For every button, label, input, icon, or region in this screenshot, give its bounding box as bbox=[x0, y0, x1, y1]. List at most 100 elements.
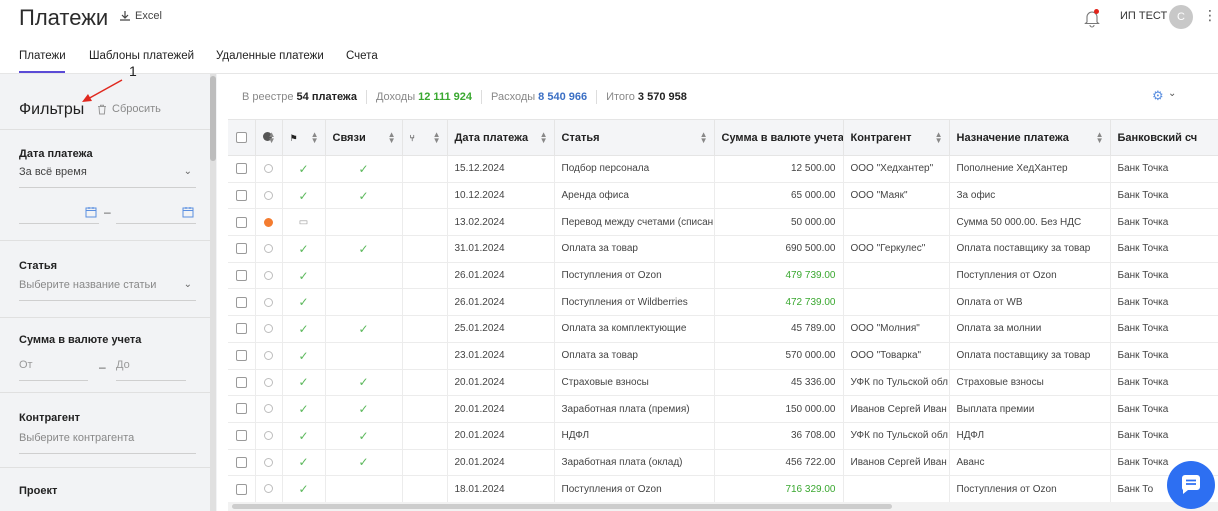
status-indicator[interactable] bbox=[264, 457, 273, 467]
select-all-header bbox=[228, 119, 256, 156]
sort-icon[interactable]: ▲ ▼ bbox=[935, 131, 943, 145]
row-checkbox[interactable] bbox=[235, 403, 247, 415]
reset-filters-button[interactable]: Сбросить bbox=[97, 103, 161, 115]
table-row[interactable]: ✓ ✓ 20.01.2024 НДФЛ 36 708.00 УФК по Тульской… bbox=[228, 422, 1218, 450]
date-to-input[interactable] bbox=[116, 202, 196, 224]
status-indicator[interactable] bbox=[264, 217, 273, 227]
status-indicator[interactable] bbox=[264, 164, 273, 174]
table-row[interactable]: ✓ ✓ 15.12.2024 Подбор персонала 12 500.00 ООО… bbox=[228, 155, 1218, 183]
table-row[interactable]: ✓ 18.01.2024 Поступления от Ozon 716 329.00… bbox=[228, 475, 1218, 503]
sort-icon[interactable]: ▲ ▼ bbox=[311, 131, 319, 145]
sort-icon[interactable]: ▲ ▼ bbox=[540, 131, 548, 145]
row-checkbox[interactable] bbox=[235, 483, 247, 495]
split-cell bbox=[402, 315, 448, 343]
check-icon: ✓ bbox=[298, 161, 309, 176]
sort-icon[interactable]: ▲ ▼ bbox=[433, 131, 441, 145]
date-cell: 10.12.2024 bbox=[447, 182, 555, 210]
row-checkbox[interactable] bbox=[235, 376, 247, 388]
row-checkbox[interactable] bbox=[235, 456, 247, 468]
row-checkbox-cell bbox=[228, 475, 256, 503]
user-name[interactable]: ИП ТЕСТ bbox=[1120, 10, 1167, 22]
status-cell bbox=[255, 395, 283, 423]
date-filter-label: Дата платежа bbox=[19, 148, 93, 160]
check-icon: ✓ bbox=[298, 295, 309, 310]
date-col-header[interactable]: Дата платежа ▲ ▼ bbox=[447, 119, 555, 156]
sort-icon[interactable]: ▲ ▼ bbox=[1096, 131, 1104, 145]
select-all-checkbox[interactable] bbox=[235, 132, 247, 144]
split-col-header[interactable]: ⑂ ▲ ▼ bbox=[402, 119, 448, 156]
bank-col-header[interactable]: Банковский сч bbox=[1110, 119, 1218, 156]
chat-button[interactable] bbox=[1167, 461, 1215, 509]
status-indicator[interactable] bbox=[264, 377, 273, 387]
income-label: Доходы bbox=[375, 91, 416, 103]
status-indicator[interactable] bbox=[264, 484, 273, 494]
article-filter-label: Статья bbox=[19, 260, 58, 272]
check-icon: ✓ bbox=[358, 428, 369, 443]
amount-col-label: Сумма в валюте учета bbox=[721, 131, 843, 144]
horizontal-scrollbar-thumb[interactable] bbox=[232, 504, 892, 509]
status-indicator[interactable] bbox=[264, 351, 273, 361]
table-row[interactable]: ✓ ✓ 20.01.2024 Заработная плата (премия) 150… bbox=[228, 395, 1218, 423]
kebab-menu-icon[interactable]: ⋮ bbox=[1203, 8, 1217, 22]
row-checkbox[interactable] bbox=[235, 216, 247, 228]
status-indicator[interactable] bbox=[264, 270, 273, 280]
chevron-down-icon[interactable]: ⌄ bbox=[1168, 88, 1176, 99]
tab-payment-templates[interactable]: Шаблоны платежей bbox=[89, 50, 194, 62]
bell-icon[interactable] bbox=[1082, 8, 1102, 28]
date-period-select[interactable]: За всё время ⌄ bbox=[19, 166, 196, 188]
article-cell: Оплата за комплектующие bbox=[554, 315, 715, 343]
row-checkbox[interactable] bbox=[235, 189, 247, 201]
status-indicator[interactable] bbox=[264, 297, 273, 307]
table-row[interactable]: ✓ ✓ 20.01.2024 Страховые взносы 45 336.00 УФК… bbox=[228, 369, 1218, 397]
article-cell: Оплата за товар bbox=[554, 235, 715, 263]
status-indicator[interactable] bbox=[264, 431, 273, 441]
row-checkbox[interactable] bbox=[235, 323, 247, 335]
purpose-col-header[interactable]: Назначение платежа ▲ ▼ bbox=[949, 119, 1111, 156]
status-indicator[interactable] bbox=[264, 324, 273, 334]
article-col-header[interactable]: Статья ▲ ▼ bbox=[554, 119, 715, 156]
tab-invoices[interactable]: Счета bbox=[346, 50, 378, 62]
date-from-input[interactable] bbox=[19, 202, 99, 224]
row-checkbox[interactable] bbox=[235, 243, 247, 255]
table-row[interactable]: ✓ 26.01.2024 Поступления от Wildberries 472… bbox=[228, 288, 1218, 317]
status-indicator[interactable] bbox=[264, 404, 273, 414]
article-cell: Поступления от Ozon bbox=[554, 262, 715, 290]
tab-deleted-payments[interactable]: Удаленные платежи bbox=[216, 50, 324, 62]
table-row[interactable]: ✓ 26.01.2024 Поступления от Ozon 479 739.00… bbox=[228, 262, 1218, 290]
flag-col-header[interactable]: ⚑ ▲ ▼ bbox=[282, 119, 326, 156]
tab-payments[interactable]: Платежи bbox=[19, 50, 66, 62]
check-icon: ✓ bbox=[298, 268, 309, 283]
counterparty-select[interactable]: Выберите контрагента bbox=[19, 432, 196, 454]
status-indicator[interactable] bbox=[264, 244, 273, 254]
bank-col-label: Банковский сч bbox=[1117, 131, 1198, 144]
status-col-header[interactable]: ▲ ▼ bbox=[255, 119, 283, 156]
table-row[interactable]: ✓ ✓ 20.01.2024 Заработная плата (оклад) 456 … bbox=[228, 449, 1218, 477]
table-row[interactable]: ▭ 13.02.2024 Перевод между счетами (списан… bbox=[228, 208, 1218, 237]
links-col-header[interactable]: Связи ▲ ▼ bbox=[325, 119, 403, 156]
row-checkbox[interactable] bbox=[235, 350, 247, 362]
sort-icon[interactable]: ▲ ▼ bbox=[388, 131, 396, 145]
sort-icon[interactable]: ▲ ▼ bbox=[268, 131, 276, 145]
row-checkbox[interactable] bbox=[235, 163, 247, 175]
avatar[interactable]: С bbox=[1169, 5, 1193, 29]
counterparty-col-header[interactable]: Контрагент ▲ ▼ bbox=[843, 119, 950, 156]
amount-to-input[interactable]: До bbox=[116, 359, 186, 381]
amount-from-input[interactable]: От bbox=[19, 359, 88, 381]
chevron-down-icon: ⌄ bbox=[183, 279, 192, 290]
table-row[interactable]: ✓ 23.01.2024 Оплата за товар 570 000.00 ООО … bbox=[228, 342, 1218, 370]
bank-cell: Банк Точка bbox=[1110, 422, 1218, 450]
row-checkbox[interactable] bbox=[235, 296, 247, 308]
table-row[interactable]: ✓ ✓ 25.01.2024 Оплата за комплектующие 45 78… bbox=[228, 315, 1218, 343]
sort-icon[interactable]: ▲ ▼ bbox=[700, 131, 708, 145]
counterparty-cell: ООО "Молния" bbox=[843, 315, 950, 343]
amount-col-header[interactable]: Сумма в валюте учета bbox=[714, 119, 844, 156]
gear-icon[interactable]: ⚙ bbox=[1152, 88, 1164, 104]
row-checkbox[interactable] bbox=[235, 430, 247, 442]
article-select[interactable]: Выберите название статьи ⌄ bbox=[19, 279, 196, 301]
table-row[interactable]: ✓ ✓ 31.01.2024 Оплата за товар 690 500.00 ООО… bbox=[228, 235, 1218, 263]
row-checkbox[interactable] bbox=[235, 270, 247, 282]
table-row[interactable]: ✓ ✓ 10.12.2024 Аренда офиса 65 000.00 ООО "Ма… bbox=[228, 182, 1218, 210]
sidebar-scrollbar-thumb[interactable] bbox=[210, 76, 216, 161]
excel-export-button[interactable]: Excel bbox=[119, 10, 162, 22]
status-indicator[interactable] bbox=[264, 190, 273, 200]
